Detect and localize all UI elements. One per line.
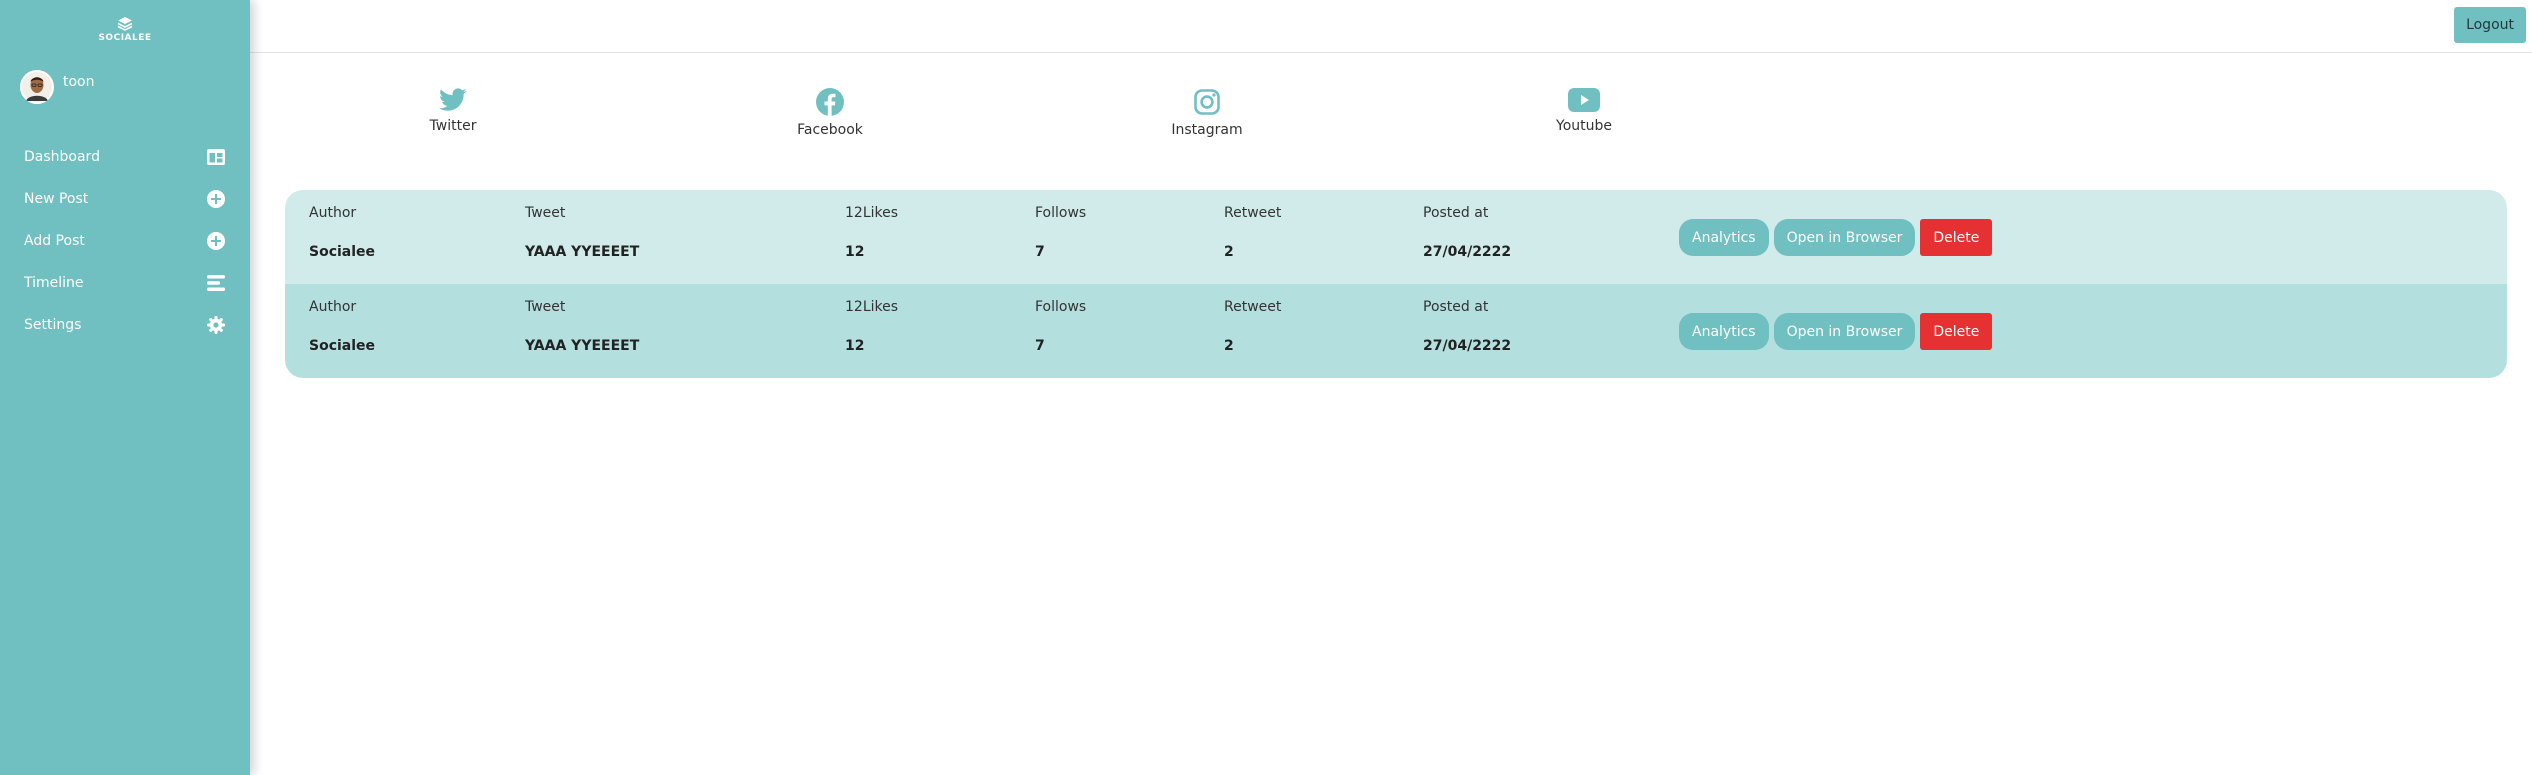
posted-value: 27/04/2222	[1423, 338, 1512, 354]
column-header: Tweet	[525, 205, 566, 221]
topbar: Logout	[250, 0, 2532, 53]
sidebar-item-label: Timeline	[24, 275, 84, 291]
sidebar-item-dashboard[interactable]: Dashboard	[0, 136, 250, 178]
column-header: Follows	[1035, 299, 1087, 315]
column-header: Tweet	[525, 299, 566, 315]
column-header: Author	[309, 299, 357, 315]
likes-value: 12	[845, 338, 865, 354]
column-header: Retweet	[1224, 205, 1282, 221]
table-row: Author Socialee Tweet YAAA YYEEEET 12Lik…	[285, 284, 2507, 378]
column-header: Retweet	[1224, 299, 1282, 315]
open-in-browser-button[interactable]: Open in Browser	[1773, 313, 1916, 350]
sidebar-item-new-post[interactable]: New Post	[0, 178, 250, 220]
sidebar-item-add-post[interactable]: Add Post	[0, 220, 250, 262]
column-header: Follows	[1035, 205, 1087, 221]
analytics-button[interactable]: Analytics	[1679, 219, 1769, 256]
delete-button[interactable]: Delete	[1920, 219, 1993, 256]
analytics-button[interactable]: Analytics	[1679, 313, 1769, 350]
brand-name: SOCIALEE	[98, 33, 152, 43]
user-profile[interactable]: toon	[20, 70, 95, 104]
row-actions: Analytics Open in Browser Delete	[1679, 313, 1993, 350]
author-value: Socialee	[309, 244, 376, 260]
gear-icon	[206, 315, 226, 335]
social-facebook[interactable]: Facebook	[770, 88, 890, 138]
social-label: Instagram	[1171, 122, 1243, 138]
social-label: Facebook	[797, 122, 863, 138]
plus-circle-icon	[206, 231, 226, 251]
tweet-value: YAAA YYEEEET	[525, 338, 640, 354]
logout-button[interactable]: Logout	[2454, 7, 2526, 43]
tweet-value: YAAA YYEEEET	[525, 244, 640, 260]
retweet-value: 2	[1224, 338, 1234, 354]
table-row: Author Socialee Tweet YAAA YYEEEET 12Lik…	[285, 190, 2507, 284]
column-header: Posted at	[1423, 299, 1489, 315]
follows-value: 7	[1035, 244, 1045, 260]
sidebar-item-timeline[interactable]: Timeline	[0, 262, 250, 304]
username: toon	[63, 74, 95, 90]
social-instagram[interactable]: Instagram	[1147, 88, 1267, 138]
column-header: 12Likes	[845, 299, 899, 315]
sidebar-item-label: Settings	[24, 317, 82, 333]
row-actions: Analytics Open in Browser Delete	[1679, 219, 1993, 256]
posts-table: Author Socialee Tweet YAAA YYEEEET 12Lik…	[285, 190, 2507, 378]
sidebar-nav: Dashboard New Post Add Post Timeline Set…	[0, 136, 250, 346]
author-value: Socialee	[309, 338, 376, 354]
timeline-icon	[206, 273, 226, 293]
plus-circle-icon	[206, 189, 226, 209]
open-in-browser-button[interactable]: Open in Browser	[1773, 219, 1916, 256]
dashboard-icon	[206, 147, 226, 167]
delete-button[interactable]: Delete	[1920, 313, 1993, 350]
sidebar-item-label: Add Post	[24, 233, 85, 249]
social-twitter[interactable]: Twitter	[393, 88, 513, 134]
layers-icon	[117, 17, 133, 31]
youtube-icon	[1568, 88, 1600, 112]
sidebar-item-label: New Post	[24, 191, 89, 207]
social-platforms: Twitter Facebook Instagram Youtube	[0, 88, 2532, 148]
sidebar-item-label: Dashboard	[24, 149, 100, 165]
brand-logo[interactable]: SOCIALEE	[0, 16, 250, 43]
likes-value: 12	[845, 244, 865, 260]
social-youtube[interactable]: Youtube	[1524, 88, 1644, 134]
sidebar-item-settings[interactable]: Settings	[0, 304, 250, 346]
user-avatar-icon	[20, 70, 54, 104]
posted-value: 27/04/2222	[1423, 244, 1512, 260]
column-header: Author	[309, 205, 357, 221]
column-header: Posted at	[1423, 205, 1489, 221]
sidebar: SOCIALEE toon Dashboard New Post Add Pos…	[0, 0, 250, 775]
avatar	[20, 70, 54, 104]
social-label: Twitter	[429, 118, 477, 134]
twitter-icon	[439, 88, 467, 111]
retweet-value: 2	[1224, 244, 1234, 260]
follows-value: 7	[1035, 338, 1045, 354]
column-header: 12Likes	[845, 205, 899, 221]
social-label: Youtube	[1556, 118, 1612, 134]
instagram-icon	[1194, 89, 1220, 115]
facebook-icon	[816, 88, 844, 116]
